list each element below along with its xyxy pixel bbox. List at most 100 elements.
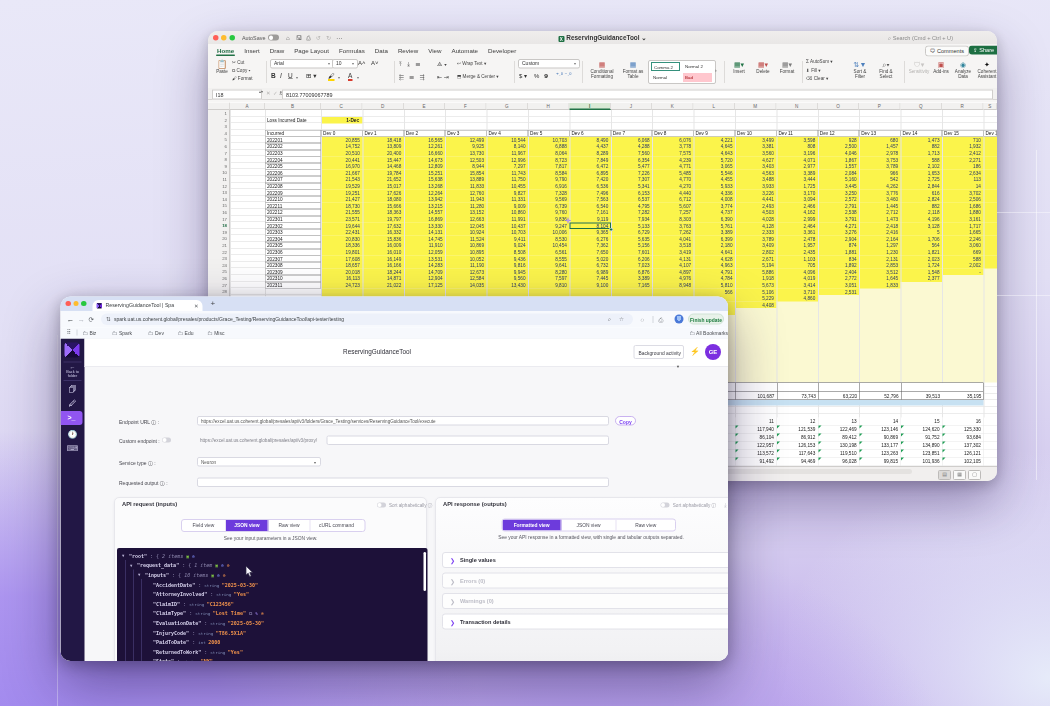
service-type-select[interactable]: Neuron▾ xyxy=(197,457,321,467)
custom-endpoint-toggle[interactable] xyxy=(162,438,171,443)
spark-logo-icon[interactable] xyxy=(65,343,80,358)
coherent-assistant-button[interactable]: ✦Coherent Assistant xyxy=(976,59,998,79)
row-header-12[interactable]: 12 xyxy=(222,183,227,190)
conditional-formatting-button[interactable]: ▦Conditional Formatting xyxy=(586,59,618,79)
fill-color-button[interactable]: 🖌 xyxy=(328,72,335,81)
format-painter-button[interactable]: 🖌 Format xyxy=(232,76,252,81)
paste-button[interactable]: 📋Paste xyxy=(214,59,230,74)
page-layout-view-icon[interactable]: ▦ xyxy=(953,470,966,480)
add-green-icon[interactable]: ▣ xyxy=(186,553,189,559)
autosum-button[interactable]: Σ AutoSum ▾ xyxy=(806,59,833,64)
column-header-M[interactable]: M xyxy=(735,103,776,111)
search-box[interactable]: ⌕ Search (Cmd + Ctrl + U) xyxy=(888,35,953,42)
menu-tab-review[interactable]: Review xyxy=(393,44,423,56)
bookmark-star-icon[interactable]: ☆ xyxy=(619,316,624,323)
requested-output-input[interactable] xyxy=(197,478,609,488)
tools-icon[interactable]: 🖉 xyxy=(61,399,85,408)
wrap-text-button[interactable]: ↩ Wrap Text ▾ xyxy=(457,61,486,66)
currency-button[interactable]: $ ▾ xyxy=(519,72,527,79)
format-cells-button[interactable]: ▦▾Format xyxy=(776,59,798,74)
menu-tab-draw[interactable]: Draw xyxy=(265,44,289,56)
column-header-B[interactable]: B xyxy=(265,103,321,111)
bookmark-folder-spark[interactable]: 🗀 Spark xyxy=(112,329,132,338)
screenshot-icon[interactable]: ⎙ xyxy=(659,315,664,324)
column-header-O[interactable]: O xyxy=(818,103,859,111)
column-header-F[interactable]: F xyxy=(445,103,486,111)
add-orange-icon[interactable]: ⊕ xyxy=(227,563,230,569)
back-icon[interactable]: ← xyxy=(67,315,75,324)
column-header-P[interactable]: P xyxy=(859,103,900,111)
menu-tab-data[interactable]: Data xyxy=(370,44,393,56)
json-key[interactable]: "root" xyxy=(129,553,147,559)
comments-button[interactable]: 🗨 Comments xyxy=(925,46,969,57)
column-header-Q[interactable]: Q xyxy=(901,103,942,111)
reload-icon[interactable]: ⟳ xyxy=(89,315,94,324)
enter-icon[interactable]: ✓ xyxy=(273,90,278,97)
menu-tab-formulas[interactable]: Formulas xyxy=(334,44,370,56)
json-value[interactable]: "2025-05-30" xyxy=(228,620,264,626)
add-ins-button[interactable]: ▣Add-ins xyxy=(932,59,950,74)
insert-button[interactable]: ▦▾Insert xyxy=(728,59,750,74)
add-green-icon[interactable]: ▣ xyxy=(215,563,218,569)
browser-minimize-button[interactable] xyxy=(73,301,78,306)
column-header-N[interactable]: N xyxy=(776,103,817,111)
font-color-button[interactable]: A xyxy=(348,72,352,81)
documentation-icon[interactable]: 🗍 xyxy=(61,385,85,394)
menu-tab-insert[interactable]: Insert xyxy=(239,44,265,56)
json-key[interactable]: "inputs" xyxy=(145,572,169,578)
cell-style-normal[interactable]: Normal xyxy=(651,73,680,82)
new-tab-button[interactable]: + xyxy=(211,299,216,308)
keyboard-icon[interactable]: ⌨ xyxy=(61,444,85,454)
collapse-arrow-icon[interactable]: ▼ xyxy=(130,561,132,571)
json-value[interactable]: "C123456" xyxy=(207,601,234,607)
add-blue-icon[interactable]: ⊕ xyxy=(217,572,220,578)
add-green-icon[interactable]: ▣ xyxy=(211,572,214,578)
row-header-4[interactable]: 4 xyxy=(225,130,227,137)
request-tab-curl-command[interactable]: cURL command xyxy=(310,520,362,531)
editor-scrollbar[interactable] xyxy=(423,552,426,591)
finish-update-chip[interactable]: Finish update xyxy=(688,314,724,325)
column-header-S[interactable]: S xyxy=(983,103,997,111)
cancel-icon[interactable]: ✕ xyxy=(266,90,271,97)
fill-button[interactable]: ⬇ Fill ▾ xyxy=(806,68,821,73)
name-box-stepper[interactable]: ▴▾ xyxy=(259,90,263,94)
all-bookmarks-button[interactable]: 🗀 All Bookmarks xyxy=(690,329,729,338)
response-tab-raw-view[interactable]: Raw view xyxy=(616,520,674,531)
copy-button[interactable]: Copy xyxy=(615,416,636,426)
edit-icon[interactable]: ✎ xyxy=(255,611,258,617)
json-value[interactable]: "Yes" xyxy=(234,591,249,597)
add-blue-icon[interactable]: ⊕ xyxy=(221,563,224,569)
page-break-view-icon[interactable]: ▢ xyxy=(968,470,981,480)
formula-value[interactable]: 8103.77009067789 xyxy=(282,90,993,100)
json-key[interactable]: "ReturnedToWork" xyxy=(153,649,201,655)
json-value[interactable]: 2000 xyxy=(208,639,220,645)
response-tab-formatted-view[interactable]: Formatted view xyxy=(503,520,562,531)
comma-button[interactable]: 𝟵 xyxy=(544,72,548,79)
browser-tab[interactable]: ReservingGuidanceTool | Spa✕ xyxy=(93,300,203,311)
bold-button[interactable]: B xyxy=(271,72,276,80)
json-key[interactable]: "EvaluationDate" xyxy=(153,620,201,626)
request-tab-json-view[interactable]: JSON view xyxy=(226,520,269,531)
bookmark-folder-biz[interactable]: 🗀 Biz xyxy=(83,329,97,338)
request-sort-toggle[interactable] xyxy=(377,503,386,508)
column-header-J[interactable]: J xyxy=(611,103,652,111)
json-key[interactable]: "State" xyxy=(153,659,174,661)
cell-style-bad[interactable]: Bad xyxy=(683,73,712,82)
underline-button[interactable]: U xyxy=(288,72,293,80)
json-key[interactable]: "ClaimID" xyxy=(153,601,180,607)
apps-grid-icon[interactable]: ⠿ xyxy=(67,329,71,336)
forward-icon[interactable]: → xyxy=(78,315,86,324)
row-header-7[interactable]: 7 xyxy=(225,150,227,157)
json-key[interactable]: "request_data" xyxy=(137,563,179,569)
column-header-G[interactable]: G xyxy=(487,103,528,111)
orientation-icon[interactable]: ⟁ ▾ xyxy=(437,60,447,67)
json-key[interactable]: "ClaimType" xyxy=(153,611,186,617)
background-activity-dropdown[interactable]: Background activity▼ xyxy=(634,345,685,359)
menu-tab-automate[interactable]: Automate xyxy=(447,44,484,56)
shrink-font-button[interactable]: A˅ xyxy=(371,59,379,66)
column-header-I[interactable]: I xyxy=(569,103,610,111)
styles-scroll-arrow[interactable]: › xyxy=(715,67,717,73)
json-editor[interactable]: ▼"root" : { 2 items ▣ ⊕▼"request_data" :… xyxy=(117,548,427,661)
site-info-icon[interactable]: ⇅ xyxy=(106,316,111,323)
copy-button[interactable]: ⧉ Copy ▾ xyxy=(232,68,250,73)
